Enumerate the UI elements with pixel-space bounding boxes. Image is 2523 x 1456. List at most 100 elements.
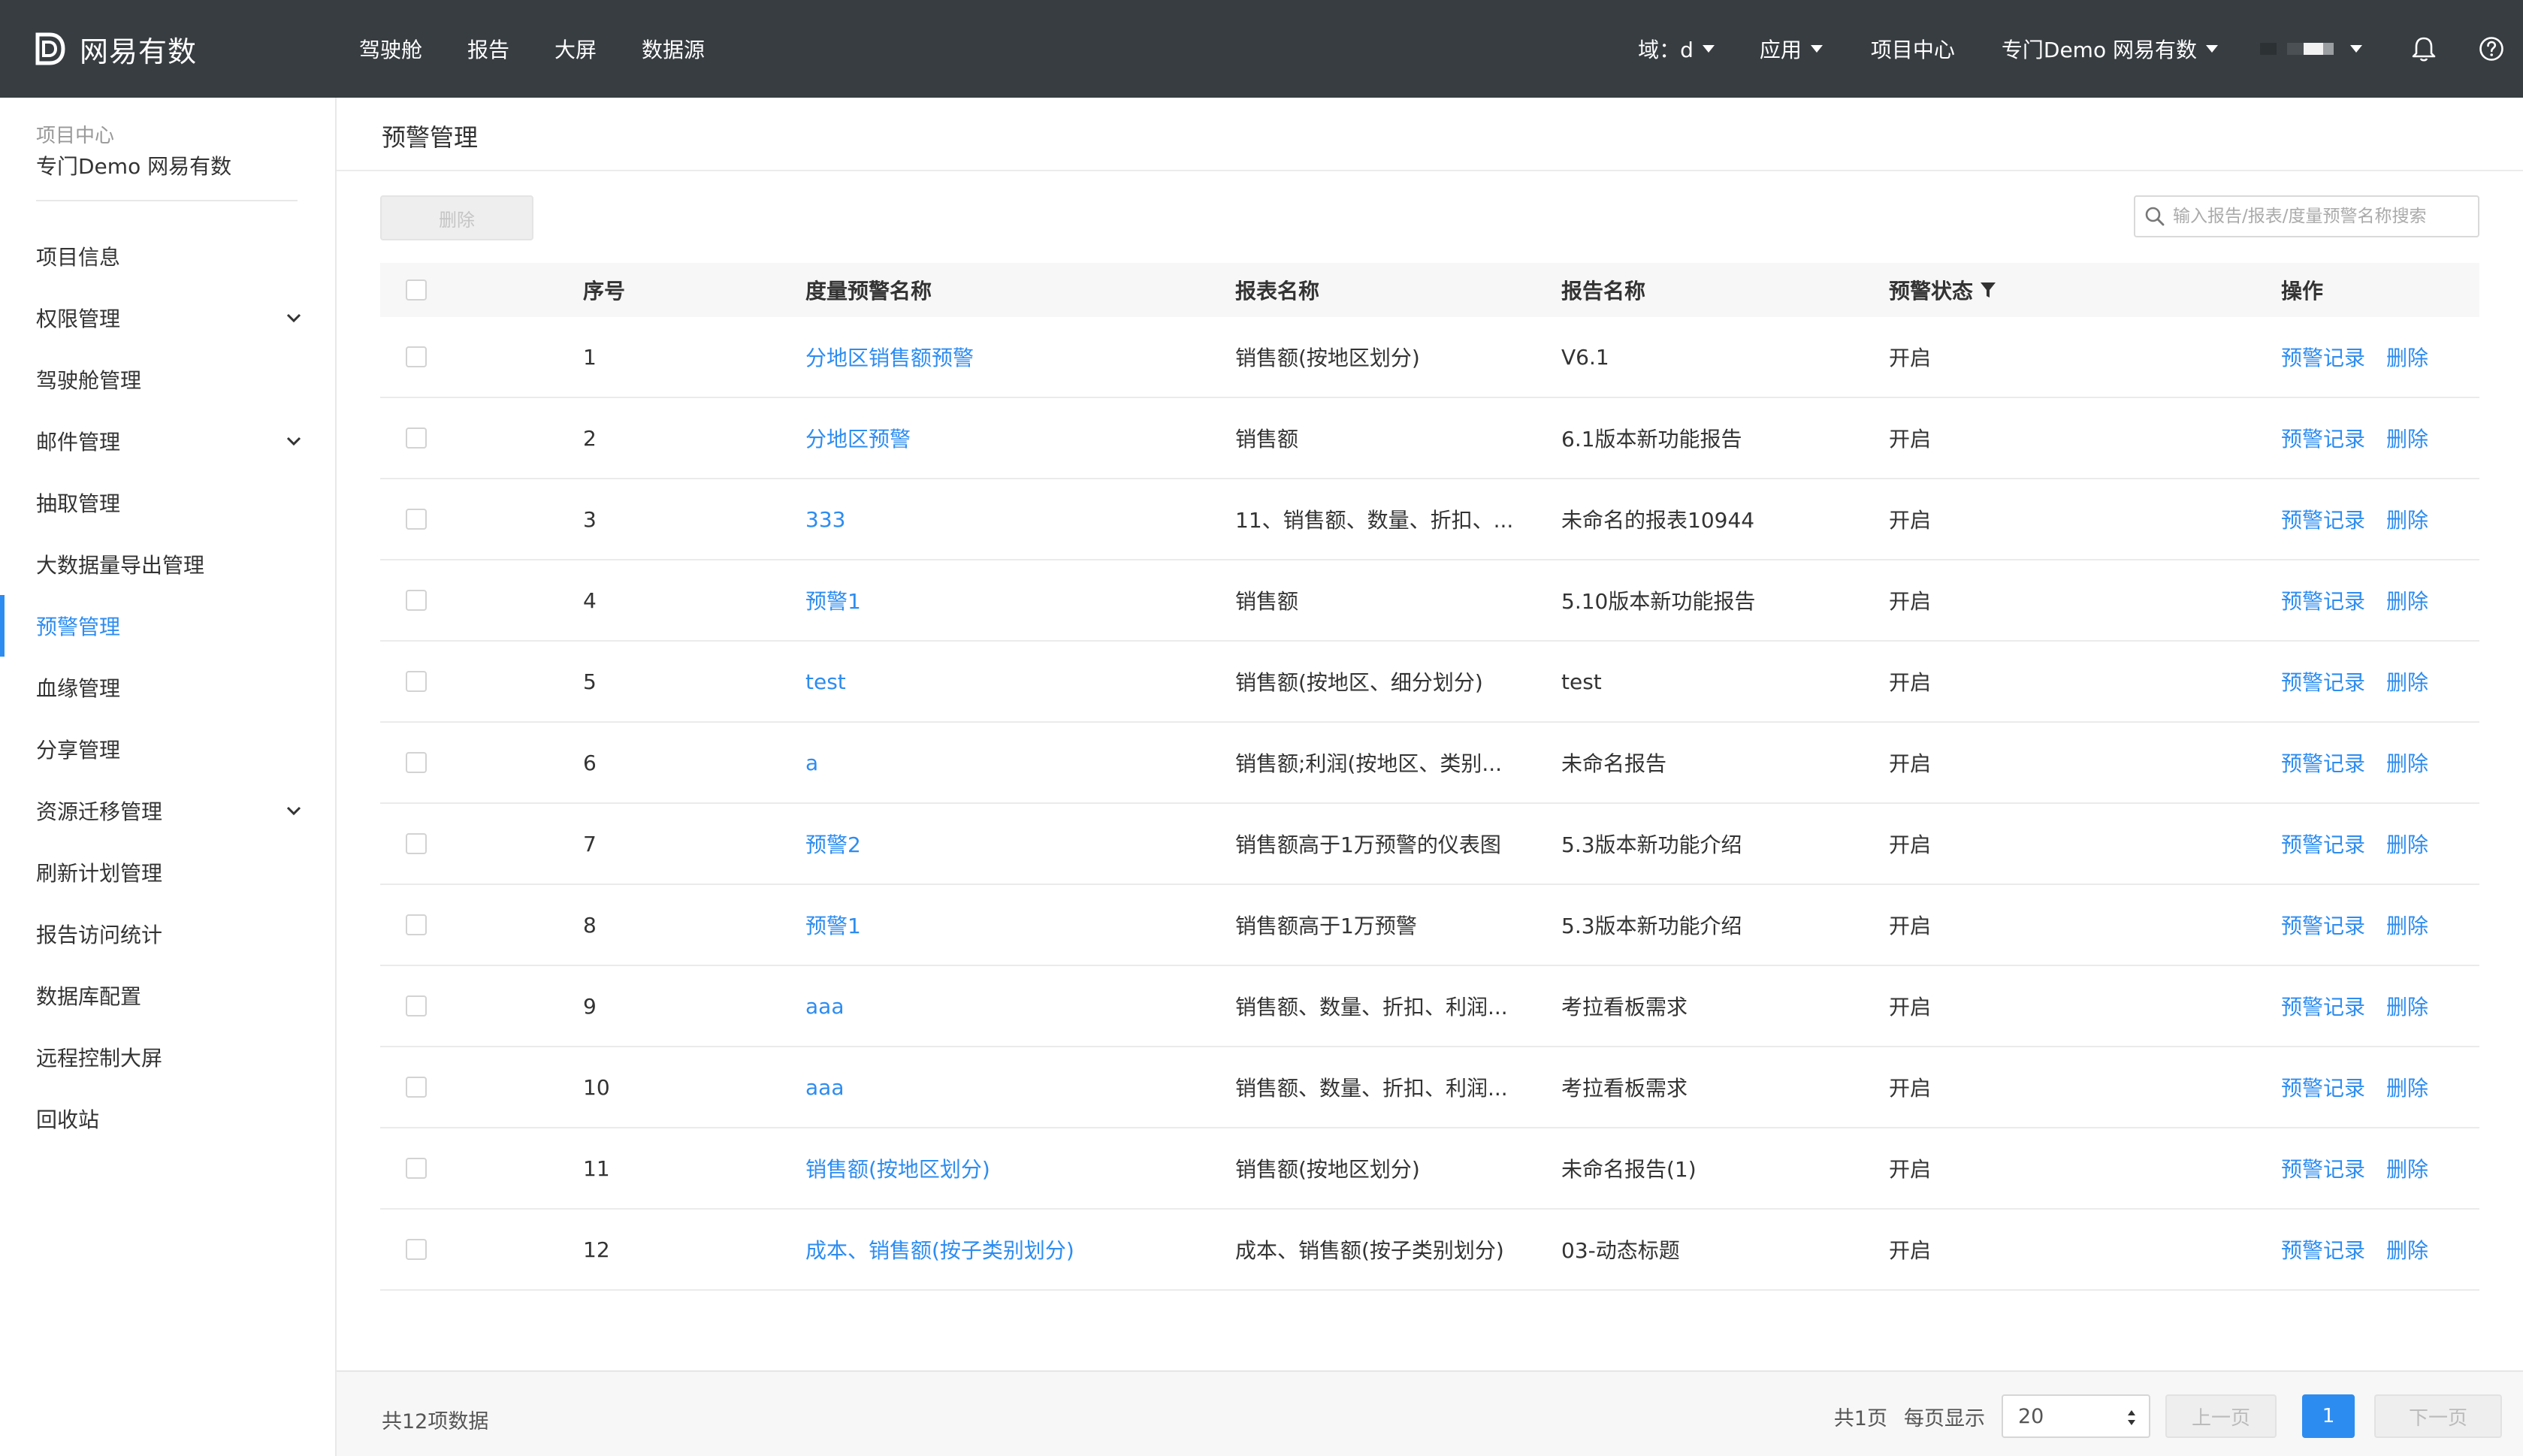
row-checkbox[interactable] bbox=[406, 346, 427, 367]
sidebar-item-recycle-bin[interactable]: 回收站 bbox=[0, 1088, 335, 1149]
alert-record-link[interactable]: 预警记录 bbox=[2281, 991, 2365, 1021]
alert-name-link[interactable]: 预警1 bbox=[805, 585, 1235, 615]
alert-record-link[interactable]: 预警记录 bbox=[2281, 829, 2365, 859]
alert-name-link[interactable]: a bbox=[805, 751, 1235, 775]
table-row: 10 aaa 销售额、数量、折扣、利润... 考拉看板需求 开启 预警记录 删除 bbox=[380, 1047, 2479, 1128]
sidebar-item-refresh-plan[interactable]: 刷新计划管理 bbox=[0, 841, 335, 903]
filter-icon[interactable] bbox=[1979, 280, 1997, 300]
alert-record-link[interactable]: 预警记录 bbox=[2281, 748, 2365, 778]
apps-dropdown[interactable]: 应用 bbox=[1760, 34, 1823, 64]
row-checkbox[interactable] bbox=[406, 590, 427, 611]
alert-name-link[interactable]: aaa bbox=[805, 994, 1235, 1019]
sidebar-item-report-stats[interactable]: 报告访问统计 bbox=[0, 903, 335, 965]
alert-name-link[interactable]: aaa bbox=[805, 1075, 1235, 1100]
row-checkbox[interactable] bbox=[406, 914, 427, 935]
alert-record-link[interactable]: 预警记录 bbox=[2281, 1234, 2365, 1264]
delete-link[interactable]: 删除 bbox=[2386, 1153, 2428, 1183]
row-checkbox[interactable] bbox=[406, 1239, 427, 1260]
nav-reports[interactable]: 报告 bbox=[467, 34, 509, 64]
chevron-down-icon bbox=[2206, 45, 2218, 53]
notification-button[interactable] bbox=[2409, 34, 2439, 64]
sidebar-item-big-data-export[interactable]: 大数据量导出管理 bbox=[0, 533, 335, 595]
sidebar-item-label: 远程控制大屏 bbox=[36, 1046, 163, 1071]
header-operations: 操作 bbox=[2281, 279, 2324, 304]
next-page-button[interactable]: 下一页 bbox=[2374, 1394, 2502, 1438]
brand-logo[interactable]: 网易有数 bbox=[33, 27, 197, 71]
alert-status: 开启 bbox=[1889, 508, 1932, 533]
user-menu[interactable] bbox=[2260, 43, 2362, 55]
domain-label: 域：d bbox=[1638, 38, 1694, 62]
search-input[interactable] bbox=[2173, 207, 2466, 226]
row-checkbox[interactable] bbox=[406, 833, 427, 854]
help-icon bbox=[2479, 37, 2503, 61]
row-checkbox[interactable] bbox=[406, 427, 427, 449]
alert-name-link[interactable]: 成本、销售额(按子类别划分) bbox=[805, 1234, 1235, 1264]
sidebar-item-remote-screen[interactable]: 远程控制大屏 bbox=[0, 1026, 335, 1088]
sidebar-item-permissions[interactable]: 权限管理 bbox=[0, 287, 335, 349]
nav-big-screen[interactable]: 大屏 bbox=[554, 34, 597, 64]
alert-name-link[interactable]: test bbox=[805, 669, 1235, 694]
sidebar-item-alerts[interactable]: 预警管理 bbox=[0, 595, 335, 657]
row-checkbox[interactable] bbox=[406, 752, 427, 773]
alert-record-link[interactable]: 预警记录 bbox=[2281, 504, 2365, 534]
delete-link[interactable]: 删除 bbox=[2386, 1234, 2428, 1264]
domain-dropdown[interactable]: 域：d bbox=[1638, 34, 1715, 64]
sidebar-item-lineage[interactable]: 血缘管理 bbox=[0, 657, 335, 718]
select-all-checkbox[interactable] bbox=[406, 279, 427, 301]
row-checkbox[interactable] bbox=[406, 1158, 427, 1179]
alert-name-link[interactable]: 预警1 bbox=[805, 910, 1235, 940]
project-center-link[interactable]: 项目中心 bbox=[1871, 34, 1955, 64]
bulk-delete-button[interactable]: 删除 bbox=[380, 195, 533, 240]
nav-datasource[interactable]: 数据源 bbox=[642, 34, 705, 64]
table-row: 11 销售额(按地区划分) 销售额(按地区划分) 未命名报告(1) 开启 预警记录 删除 bbox=[380, 1128, 2479, 1210]
delete-link[interactable]: 删除 bbox=[2386, 585, 2428, 615]
nav-cockpit[interactable]: 驾驶舱 bbox=[359, 34, 422, 64]
delete-link[interactable]: 删除 bbox=[2386, 423, 2428, 453]
report-name: 03-动态标题 bbox=[1561, 1238, 1680, 1263]
delete-link[interactable]: 删除 bbox=[2386, 991, 2428, 1021]
page-size-select[interactable]: 20 bbox=[2002, 1394, 2150, 1438]
project-switch-dropdown[interactable]: 专门Demo 网易有数 bbox=[2002, 34, 2218, 64]
alert-status: 开启 bbox=[1889, 1076, 1932, 1101]
delete-link[interactable]: 删除 bbox=[2386, 748, 2428, 778]
alert-record-link[interactable]: 预警记录 bbox=[2281, 1072, 2365, 1102]
sidebar-item-extract[interactable]: 抽取管理 bbox=[0, 472, 335, 533]
delete-link[interactable]: 删除 bbox=[2386, 910, 2428, 940]
search-box[interactable] bbox=[2134, 195, 2479, 237]
row-checkbox[interactable] bbox=[406, 995, 427, 1016]
row-checkbox[interactable] bbox=[406, 671, 427, 692]
sidebar-item-cockpit[interactable]: 驾驶舱管理 bbox=[0, 349, 335, 410]
sidebar-item-share[interactable]: 分享管理 bbox=[0, 718, 335, 780]
alert-record-link[interactable]: 预警记录 bbox=[2281, 666, 2365, 696]
delete-link[interactable]: 删除 bbox=[2386, 666, 2428, 696]
sidebar-item-migration[interactable]: 资源迁移管理 bbox=[0, 780, 335, 841]
alert-record-link[interactable]: 预警记录 bbox=[2281, 423, 2365, 453]
delete-link[interactable]: 删除 bbox=[2386, 829, 2428, 859]
alert-name-link[interactable]: 销售额(按地区划分) bbox=[805, 1153, 1235, 1183]
help-button[interactable] bbox=[2476, 34, 2506, 64]
delete-link[interactable]: 删除 bbox=[2386, 1072, 2428, 1102]
sidebar-item-label: 邮件管理 bbox=[36, 430, 121, 455]
prev-page-button[interactable]: 上一页 bbox=[2165, 1394, 2277, 1438]
alert-record-link[interactable]: 预警记录 bbox=[2281, 585, 2365, 615]
row-checkbox[interactable] bbox=[406, 509, 427, 530]
alert-name-link[interactable]: 333 bbox=[805, 507, 1235, 532]
row-checkbox[interactable] bbox=[406, 1077, 427, 1098]
delete-link[interactable]: 删除 bbox=[2386, 342, 2428, 372]
chevron-down-icon bbox=[1702, 45, 1715, 53]
alert-record-link[interactable]: 预警记录 bbox=[2281, 1153, 2365, 1183]
current-page-button[interactable]: 1 bbox=[2302, 1394, 2355, 1438]
alert-record-link[interactable]: 预警记录 bbox=[2281, 910, 2365, 940]
alert-record-link[interactable]: 预警记录 bbox=[2281, 342, 2365, 372]
sidebar-item-database-config[interactable]: 数据库配置 bbox=[0, 965, 335, 1026]
sheet-name: 销售额 bbox=[1235, 427, 1299, 452]
alert-name-link[interactable]: 分地区预警 bbox=[805, 423, 1235, 453]
sidebar-item-project-info[interactable]: 项目信息 bbox=[0, 225, 335, 287]
header-sheet-name: 报表名称 bbox=[1235, 279, 1320, 304]
sheet-name: 销售额(按地区、细分划分) bbox=[1235, 670, 1483, 695]
delete-link[interactable]: 删除 bbox=[2386, 504, 2428, 534]
table-row: 8 预警1 销售额高于1万预警 5.3版本新功能介绍 开启 预警记录 删除 bbox=[380, 885, 2479, 966]
alert-name-link[interactable]: 预警2 bbox=[805, 829, 1235, 859]
alert-name-link[interactable]: 分地区销售额预警 bbox=[805, 342, 1235, 372]
sidebar-item-mail[interactable]: 邮件管理 bbox=[0, 410, 335, 472]
